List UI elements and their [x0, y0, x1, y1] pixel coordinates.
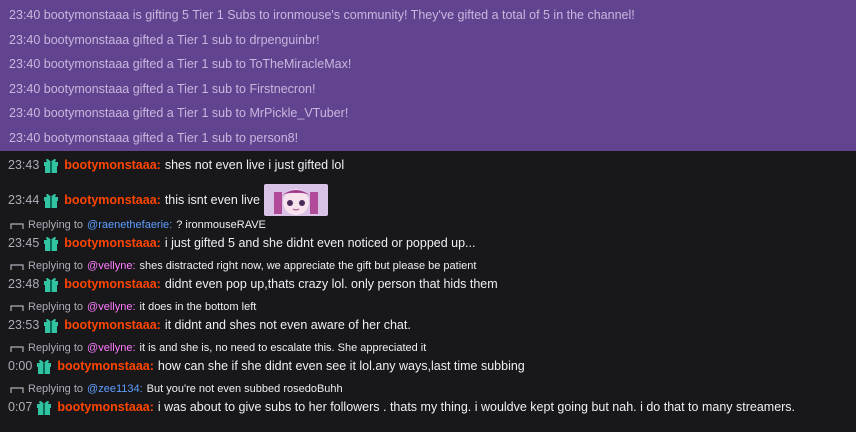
username[interactable]: bootymonstaaa: [64, 318, 161, 332]
reply-prefix: Replying to [28, 219, 84, 231]
username[interactable]: bootymonstaaa: [64, 193, 161, 207]
reply-arrow-icon [8, 220, 24, 230]
timestamp: 23:45 [8, 236, 40, 250]
reply-context[interactable]: Replying to @raenethefaerie: ? ironmouse… [0, 218, 856, 232]
username[interactable]: bootymonstaaa: [57, 400, 154, 414]
message-text: didnt even pop up,thats crazy lol. only … [164, 277, 498, 291]
chat-message: 23:43 bootymonstaaa: shes not even live … [0, 156, 856, 174]
sub-notification: 23:40 bootymonstaaa gifted a Tier 1 sub … [9, 57, 352, 72]
reply-arrow-icon [8, 302, 24, 312]
timestamp: 23:53 [8, 318, 40, 332]
gift-badge-icon[interactable] [35, 357, 53, 375]
reply-context[interactable]: Replying to @zee1134: But you're not eve… [0, 382, 856, 396]
reply-mention[interactable]: @vellyne: [87, 301, 135, 313]
message-text: shes not even live i just gifted lol [164, 158, 345, 172]
reply-prefix: Replying to [28, 260, 84, 272]
reply-text: it is and she is, no need to escalate th… [139, 342, 427, 354]
gift-badge-icon[interactable] [42, 191, 60, 209]
reply-mention[interactable]: @zee1134: [87, 383, 143, 395]
chat-message: Replying to @vellyne: shes distracted ri… [0, 259, 856, 293]
gift-sub-notifications: 23:40 bootymonstaaa is gifting 5 Tier 1 … [0, 0, 856, 151]
username[interactable]: bootymonstaaa: [64, 158, 161, 172]
sub-notification: 23:40 bootymonstaaa gifted a Tier 1 sub … [9, 32, 320, 47]
gift-badge-icon[interactable] [42, 234, 60, 252]
reply-arrow-icon [8, 343, 24, 353]
reply-mention[interactable]: @vellyne: [87, 342, 135, 354]
reply-arrow-icon [8, 384, 24, 394]
message-text: how can she if she didnt even see it lol… [157, 359, 525, 373]
reply-context[interactable]: Replying to @vellyne: shes distracted ri… [0, 259, 856, 273]
message-text: i just gifted 5 and she didnt even notic… [164, 236, 476, 250]
reply-prefix: Replying to [28, 342, 84, 354]
reply-text: it does in the bottom left [139, 301, 257, 313]
gift-badge-icon[interactable] [42, 156, 60, 174]
ironmouse-rave-emote-icon[interactable] [264, 184, 329, 216]
reply-text: ? ironmouseRAVE [176, 219, 266, 231]
message-text: it didnt and shes not even aware of her … [164, 318, 411, 332]
reply-text: But you're not even subbed rosedoBuhh [146, 383, 343, 395]
reply-arrow-icon [8, 261, 24, 271]
sub-notification: 23:40 bootymonstaaa gifted a Tier 1 sub … [9, 81, 316, 96]
reply-context[interactable]: Replying to @vellyne: it does in the bot… [0, 300, 856, 314]
sub-notification: 23:40 bootymonstaaa gifted a Tier 1 sub … [9, 106, 349, 121]
reply-mention[interactable]: @raenethefaerie: [87, 219, 172, 231]
timestamp: 23:43 [8, 158, 40, 172]
message-text: this isnt even live [164, 193, 261, 207]
timestamp: 0:00 [8, 359, 33, 373]
username[interactable]: bootymonstaaa: [64, 277, 161, 291]
gift-badge-icon[interactable] [42, 275, 60, 293]
chat-message: Replying to @raenethefaerie: ? ironmouse… [0, 218, 856, 252]
username[interactable]: bootymonstaaa: [64, 236, 161, 250]
reply-mention[interactable]: @vellyne: [87, 260, 135, 272]
reply-text: shes distracted right now, we appreciate… [139, 260, 477, 272]
timestamp: 0:07 [8, 400, 33, 414]
timestamp: 23:48 [8, 277, 40, 291]
reply-context[interactable]: Replying to @vellyne: it is and she is, … [0, 341, 856, 355]
sub-notification: 23:40 bootymonstaaa is gifting 5 Tier 1 … [9, 8, 635, 22]
reply-prefix: Replying to [28, 301, 84, 313]
chat-message: Replying to @vellyne: it does in the bot… [0, 300, 856, 334]
message-text: i was about to give subs to her follower… [157, 400, 796, 414]
reply-prefix: Replying to [28, 383, 84, 395]
chat-message: Replying to @vellyne: it is and she is, … [0, 341, 856, 375]
gift-badge-icon[interactable] [42, 316, 60, 334]
timestamp: 23:44 [8, 193, 40, 207]
chat-message: 23:44 bootymonstaaa: this isnt even live [0, 184, 856, 216]
chat-log: 23:40 bootymonstaaa is gifting 5 Tier 1 … [0, 0, 856, 432]
gift-badge-icon[interactable] [35, 398, 53, 416]
sub-notification: 23:40 bootymonstaaa gifted a Tier 1 sub … [9, 130, 299, 145]
chat-message: Replying to @zee1134: But you're not eve… [0, 382, 856, 416]
username[interactable]: bootymonstaaa: [57, 359, 154, 373]
